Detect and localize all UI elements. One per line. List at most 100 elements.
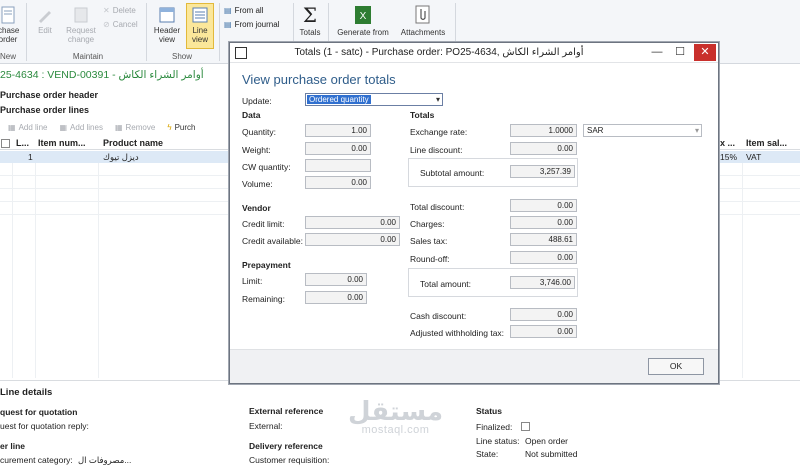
cw-quantity-field[interactable] (305, 159, 371, 172)
add-lines-button[interactable]: ▦ Add lines (59, 123, 102, 132)
ribbon-separator (146, 3, 147, 61)
col-line-header[interactable]: L... (16, 138, 29, 148)
attachments-label: Attachments (400, 28, 446, 37)
external-label: External: (249, 421, 283, 431)
from-journal-label: From journal (234, 20, 280, 29)
adjusted-withholding-field[interactable]: 0.00 (510, 325, 577, 338)
row-tax-group: VAT (746, 152, 762, 162)
line-discount-field[interactable]: 0.00 (510, 142, 577, 155)
add-line-button[interactable]: ▦ Add line (8, 123, 47, 132)
customer-requisition-label: Customer requisition: (249, 455, 330, 465)
quantity-label: Quantity: (242, 127, 277, 137)
edit-button[interactable]: Edit (32, 6, 58, 35)
finalized-label: Finalized: (476, 422, 513, 432)
col-product-name-header[interactable]: Product name (103, 138, 163, 148)
round-off-field[interactable]: 0.00 (510, 251, 577, 264)
volume-field[interactable]: 0.00 (305, 176, 371, 189)
request-change-label: Request change (66, 26, 96, 44)
delete-label: Delete (112, 6, 136, 15)
cancel-label: Cancel (112, 20, 138, 29)
from-journal-button[interactable]: ▤ From journal (224, 20, 279, 29)
subtotal-box: Subtotal amount: 3,257.39 (408, 158, 578, 187)
update-label: Update: (242, 96, 272, 106)
delete-button[interactable]: ✕ Delete (103, 6, 136, 15)
grid-line (98, 163, 99, 378)
cash-discount-field[interactable]: 0.00 (510, 308, 577, 321)
header-view-button[interactable]: Header view (150, 6, 184, 44)
cw-quantity-label: CW quantity: (242, 162, 291, 172)
credit-limit-field[interactable]: 0.00 (305, 216, 400, 229)
add-lines-icon: ▦ (59, 122, 68, 132)
sales-tax-field[interactable]: 488.61 (510, 233, 577, 246)
line-discount-label: Line discount: (410, 145, 463, 155)
total-amount-field[interactable]: 3,746.00 (510, 276, 575, 289)
subtotal-label: Subtotal amount: (420, 168, 485, 178)
minimize-button[interactable]: — (646, 44, 668, 61)
purchase-order-button[interactable]: chase order (0, 6, 19, 44)
remove-icon: ▦ (114, 122, 123, 132)
chevron-down-icon: ▾ (435, 95, 440, 104)
charges-field[interactable]: 0.00 (510, 216, 577, 229)
total-discount-field[interactable]: 0.00 (510, 199, 577, 212)
sales-tax-label: Sales tax: (410, 236, 448, 246)
subtotal-field[interactable]: 3,257.39 (510, 165, 575, 178)
line-view-icon (192, 7, 208, 23)
svg-text:X: X (360, 11, 367, 22)
currency-field[interactable]: SAR ▾ (583, 124, 702, 137)
line-details-title: Line details (0, 387, 53, 398)
grid-line (12, 163, 13, 378)
prepayment-heading: Prepayment (242, 260, 291, 270)
request-change-icon (74, 7, 88, 23)
maximize-button[interactable]: ☐ (669, 44, 691, 61)
remaining-field[interactable]: 0.00 (305, 291, 367, 304)
from-all-button[interactable]: ▤ From all (224, 6, 263, 15)
col-item-sales-tax-header[interactable]: Item sal... (746, 138, 787, 148)
purchase-order-header-section[interactable]: Purchase order header (0, 90, 98, 100)
totals-button[interactable]: Σ Totals (296, 4, 324, 37)
col-item-number-header[interactable]: Item num... (38, 138, 86, 148)
rfq-heading: quest for quotation (0, 407, 78, 417)
cancel-button[interactable]: ⊘ Cancel (103, 20, 138, 29)
totals-heading: Totals (410, 110, 435, 120)
line-view-button[interactable]: Line view (186, 3, 214, 49)
currency-value: SAR (587, 126, 604, 135)
limit-field[interactable]: 0.00 (305, 273, 367, 286)
dialog-title: Totals (1 - satc) - Purchase order: PO25… (294, 47, 584, 58)
generate-from-button[interactable]: X Generate from (333, 4, 393, 37)
new-group-label: New (0, 52, 17, 61)
state-label: State: (476, 449, 499, 459)
close-button[interactable]: ✕ (694, 44, 716, 61)
paperclip-icon (415, 5, 430, 24)
from-all-label: From all (234, 6, 264, 15)
delete-icon: ✕ (103, 6, 110, 15)
adjusted-withholding-label: Adjusted withholding tax: (410, 328, 505, 338)
procurement-category-label: curement category: (0, 455, 73, 465)
col-tax-header[interactable]: x ... (720, 138, 735, 148)
state-value: Not submitted (525, 449, 578, 459)
finalized-checkbox[interactable] (521, 422, 530, 432)
purch-button[interactable]: ϟ Purch (167, 123, 195, 132)
procurement-category-value[interactable]: مصروفات ال... (78, 455, 131, 466)
quantity-field[interactable]: 1.00 (305, 124, 371, 137)
data-heading: Data (242, 110, 261, 120)
edit-label: Edit (38, 26, 52, 35)
form-title: 25-4634 : VEND-00391 - أوامر الشراء الكا… (0, 69, 204, 81)
charges-label: Charges: (410, 219, 445, 229)
cancel-icon: ⊘ (103, 20, 110, 29)
credit-available-label: Credit available: (242, 236, 303, 246)
header-view-icon (159, 7, 175, 23)
update-dropdown[interactable]: Ordered quantity ▾ (305, 93, 443, 106)
purchase-order-lines-section[interactable]: Purchase order lines (0, 105, 89, 115)
exchange-rate-field[interactable]: 1.0000 (510, 124, 577, 137)
remove-button[interactable]: ▦ Remove (115, 123, 155, 132)
dialog-titlebar[interactable]: Totals (1 - satc) - Purchase order: PO25… (230, 43, 718, 63)
watermark-arabic: مستقل (348, 396, 444, 426)
request-change-button[interactable]: Request change (62, 6, 100, 44)
weight-field[interactable]: 0.00 (305, 142, 371, 155)
attachments-button[interactable]: Attachments (396, 4, 450, 37)
credit-available-field[interactable]: 0.00 (305, 233, 400, 246)
line-view-label: Line view (191, 26, 208, 44)
ribbon-separator (26, 3, 27, 61)
ok-button[interactable]: OK (648, 358, 704, 375)
exchange-rate-label: Exchange rate: (410, 127, 468, 137)
